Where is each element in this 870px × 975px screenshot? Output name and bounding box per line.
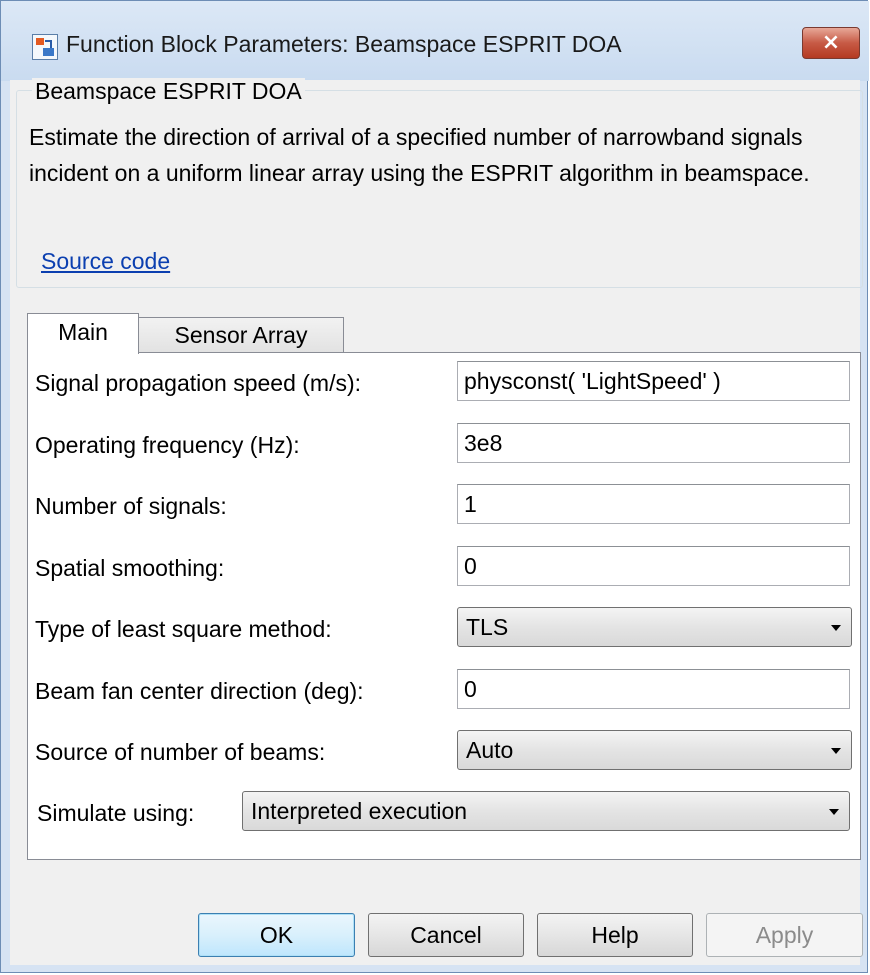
block-name: Beamspace ESPRIT DOA <box>32 78 305 105</box>
beam-fan-direction-label: Beam fan center direction (deg): <box>35 678 364 704</box>
help-button[interactable]: Help <box>537 913 693 957</box>
title-bar[interactable]: Function Block Parameters: Beamspace ESP… <box>1 1 869 81</box>
spatial-smoothing-label: Spatial smoothing: <box>35 555 225 581</box>
beam-fan-direction-field[interactable]: 0 <box>457 669 850 709</box>
ok-button[interactable]: OK <box>198 913 355 957</box>
simulate-using-label: Simulate using: <box>37 800 195 826</box>
least-square-method-label: Type of least square method: <box>35 616 332 642</box>
window-title: Function Block Parameters: Beamspace ESP… <box>66 31 622 57</box>
apply-button[interactable]: Apply <box>706 913 863 957</box>
source-code-link[interactable]: Source code <box>41 248 170 275</box>
cancel-button[interactable]: Cancel <box>368 913 524 957</box>
least-square-method-dropdown[interactable]: TLS <box>457 607 852 647</box>
chevron-down-icon <box>829 809 839 815</box>
operating-frequency-field[interactable]: 3e8 <box>457 423 850 463</box>
propagation-speed-label: Signal propagation speed (m/s): <box>35 370 362 396</box>
close-icon: × <box>821 30 841 55</box>
least-square-method-value: TLS <box>466 614 509 640</box>
simulate-using-value: Interpreted execution <box>251 798 468 824</box>
tab-sensor-array[interactable]: Sensor Array <box>138 317 344 352</box>
num-beams-source-dropdown[interactable]: Auto <box>457 730 852 770</box>
num-beams-source-label: Source of number of beams: <box>35 739 326 765</box>
chevron-down-icon <box>831 625 841 631</box>
chevron-down-icon <box>831 748 841 754</box>
num-signals-label: Number of signals: <box>35 493 227 519</box>
spatial-smoothing-field[interactable]: 0 <box>457 546 850 586</box>
close-button[interactable]: × <box>802 27 860 59</box>
block-description: Estimate the direction of arrival of a s… <box>29 124 810 186</box>
operating-frequency-label: Operating frequency (Hz): <box>35 432 300 458</box>
num-beams-source-value: Auto <box>466 737 514 763</box>
simulate-using-dropdown[interactable]: Interpreted execution <box>242 791 850 831</box>
num-signals-field[interactable]: 1 <box>457 484 850 524</box>
propagation-speed-field[interactable]: physconst( 'LightSpeed' ) <box>457 361 850 401</box>
simulink-block-icon <box>32 34 58 60</box>
tab-main[interactable]: Main <box>27 313 139 354</box>
